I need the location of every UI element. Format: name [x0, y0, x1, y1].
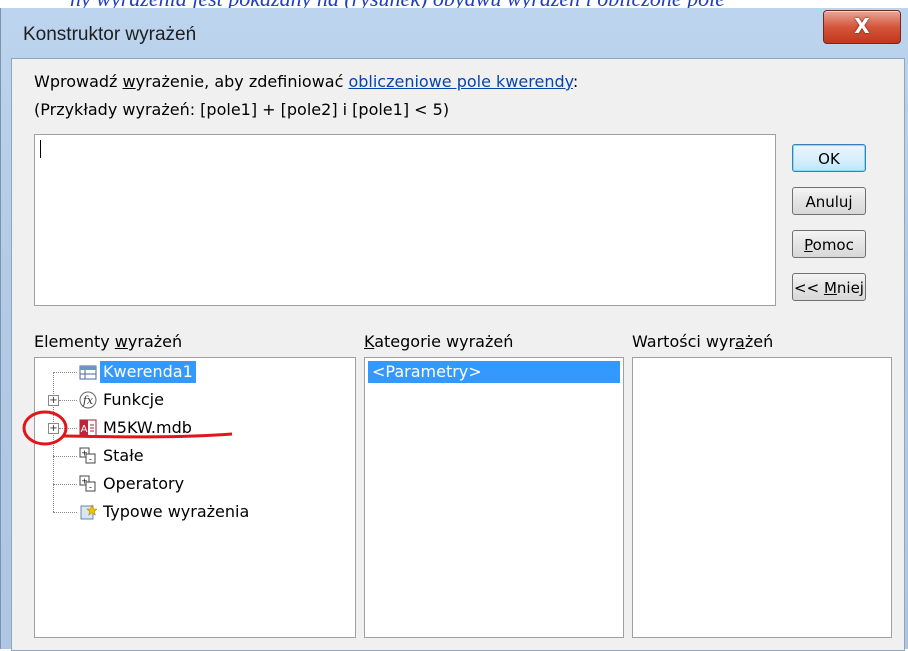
tree-item-common-expressions[interactable]: Typowe wyrażenia	[103, 501, 249, 523]
svg-text:+: +	[81, 477, 88, 486]
svg-text:fx: fx	[82, 394, 94, 407]
expression-elements-label: Elementy wyrażeń	[34, 332, 182, 351]
expression-values-list[interactable]	[632, 357, 892, 638]
tree-item-constants[interactable]: Stałe	[103, 445, 144, 467]
expression-input[interactable]	[34, 134, 776, 306]
tree-connector	[53, 456, 77, 457]
less-prefix: <<	[794, 279, 824, 297]
expand-database-button[interactable]: +	[48, 423, 59, 434]
instruction-prefix: Wprowadź	[34, 72, 123, 91]
values-label-access-key: a	[735, 332, 745, 351]
function-icon: fx	[79, 391, 97, 409]
tree-connector	[59, 428, 77, 429]
help-rest: omoc	[812, 236, 854, 254]
instruction-middle: yrażenie, aby zdefiniować	[135, 72, 349, 91]
tree-item-database[interactable]: M5KW.mdb	[103, 417, 192, 439]
operators-icon: + -	[79, 475, 96, 492]
less-access-key: M	[823, 279, 837, 297]
expression-builder-dialog: Konstruktor wyrażeń X Wprowadź wyrażenie…	[0, 8, 908, 651]
expression-values-label: Wartości wyrażeń	[632, 332, 773, 351]
cancel-button[interactable]: Anuluj	[792, 187, 866, 215]
tree-item-operators[interactable]: Operatory	[103, 473, 184, 495]
values-label-post: żeń	[744, 332, 774, 351]
ok-button[interactable]: OK	[792, 144, 866, 172]
tree-connector	[59, 400, 77, 401]
elements-label-post: yrażeń	[127, 332, 183, 351]
tree-connector	[53, 512, 77, 513]
tree-connector	[53, 484, 77, 485]
title-bar[interactable]: Konstruktor wyrażeń X	[1, 8, 908, 58]
elements-label-access-key: w	[114, 332, 128, 351]
close-button[interactable]: X	[823, 10, 901, 44]
calculated-field-link[interactable]: obliczeniowe pole kwerendy	[348, 72, 572, 91]
tree-connector	[53, 372, 77, 373]
expand-functions-button[interactable]: +	[48, 395, 59, 406]
svg-text:+: +	[81, 449, 88, 458]
query-icon	[79, 365, 97, 380]
tree-connector	[53, 484, 54, 512]
svg-text:A: A	[81, 424, 88, 435]
category-item[interactable]: <Parametry>	[368, 361, 620, 383]
less-button[interactable]: << Mniej	[792, 273, 866, 301]
close-icon: X	[854, 14, 870, 38]
example-text: (Przykłady wyrażeń: [pole1] + [pole2] i …	[34, 100, 450, 119]
svg-text:-: -	[89, 455, 92, 464]
common-expressions-icon	[80, 504, 97, 520]
svg-text:-: -	[89, 483, 92, 492]
dialog-client-area: Wprowadź wyrażenie, aby zdefiniować obli…	[11, 58, 905, 651]
tree-connector	[53, 372, 54, 498]
categories-label-access-key: K	[364, 332, 375, 351]
tree-item-functions[interactable]: Funkcje	[103, 389, 164, 411]
instruction-suffix: :	[572, 72, 579, 91]
expression-categories-label: Kategorie wyrażeń	[364, 332, 513, 351]
values-label-pre: Wartości wyr	[632, 332, 736, 351]
help-button[interactable]: Pomoc	[792, 230, 866, 258]
expression-categories-list[interactable]: <Parametry>	[364, 357, 624, 638]
help-access-key: P	[804, 236, 813, 254]
instruction-text: Wprowadź wyrażenie, aby zdefiniować obli…	[34, 72, 578, 91]
database-icon: A	[79, 419, 97, 437]
less-rest: niej	[836, 279, 864, 297]
tree-item-query[interactable]: Kwerenda1	[100, 361, 196, 383]
text-caret	[40, 140, 41, 158]
instruction-access-key: w	[122, 72, 136, 91]
elements-label-pre: Elementy	[34, 332, 115, 351]
window-title: Konstruktor wyrażeń	[23, 24, 197, 45]
categories-label-rest: ategorie wyrażeń	[374, 332, 514, 351]
constants-icon: + -	[79, 447, 96, 464]
expression-elements-tree[interactable]: + + fx A + - + - Kwerenda1 Funkcje M5KW.…	[34, 357, 356, 638]
